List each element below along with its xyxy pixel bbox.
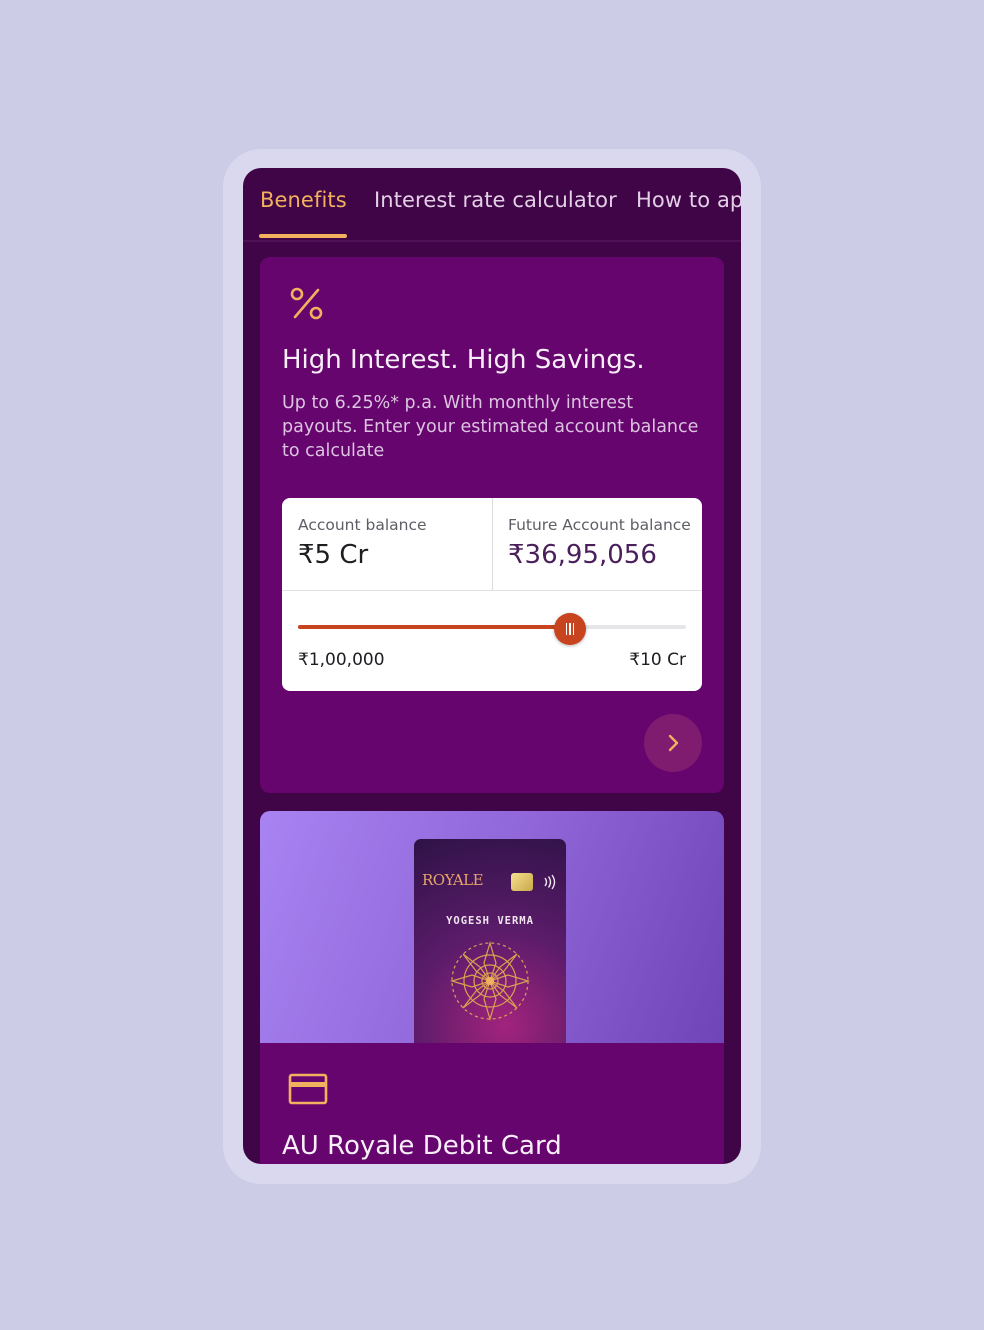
benefit-title: High Interest. High Savings. <box>282 345 645 375</box>
future-balance-label: Future Account balance <box>508 516 691 534</box>
future-balance-field: Future Account balance ₹36,95,056 <box>492 498 702 590</box>
app-screen: Benefits Interest rate calculator How to… <box>243 168 741 1164</box>
debit-card-benefit: ROYALE YOGESH VERMA AU Royale Debit Card <box>260 811 724 1164</box>
grip-line <box>565 623 568 635</box>
interest-calculator: Account balance ₹5 Cr Future Account bal… <box>282 498 702 691</box>
future-balance-value: ₹36,95,056 <box>508 540 657 570</box>
balance-slider-track[interactable] <box>298 625 686 629</box>
chevron-right-icon <box>668 734 679 752</box>
high-interest-card: High Interest. High Savings. Up to 6.25%… <box>260 257 724 793</box>
card-brand-logo: ROYALE <box>422 871 484 889</box>
tab-interest-rate-calculator[interactable]: Interest rate calculator <box>374 188 617 212</box>
debit-card-title: AU Royale Debit Card <box>282 1131 562 1161</box>
balance-slider-thumb[interactable] <box>553 613 586 645</box>
credit-card-icon <box>288 1073 328 1105</box>
grip-line <box>572 623 575 635</box>
calculator-divider <box>282 590 702 591</box>
benefit-description: Up to 6.25%* p.a. With monthly interest … <box>282 393 699 461</box>
mandala-emblem <box>449 940 531 1022</box>
tab-benefits[interactable]: Benefits <box>260 188 347 212</box>
slider-min-label: ₹1,00,000 <box>298 650 385 670</box>
percent-icon <box>290 287 323 320</box>
account-balance-field: Account balance ₹5 Cr <box>282 498 493 590</box>
chip-icon <box>511 873 533 891</box>
next-button[interactable] <box>644 714 702 772</box>
contactless-icon <box>544 874 556 890</box>
slider-max-label: ₹10 Cr <box>629 650 686 670</box>
tab-how-to-apply[interactable]: How to ap <box>636 188 741 212</box>
tab-bar: Benefits Interest rate calculator How to… <box>243 168 741 242</box>
grip-line <box>569 623 571 635</box>
account-balance-value[interactable]: ₹5 Cr <box>298 540 368 570</box>
cardholder-name: YOGESH VERMA <box>446 915 534 927</box>
debit-card-image: ROYALE YOGESH VERMA <box>414 839 566 1059</box>
balance-slider-fill <box>298 625 570 629</box>
debit-card-banner: ROYALE YOGESH VERMA <box>260 811 724 1059</box>
debit-card-content: AU Royale Debit Card <box>260 1043 724 1164</box>
active-tab-indicator <box>259 234 347 238</box>
account-balance-label: Account balance <box>298 516 427 534</box>
